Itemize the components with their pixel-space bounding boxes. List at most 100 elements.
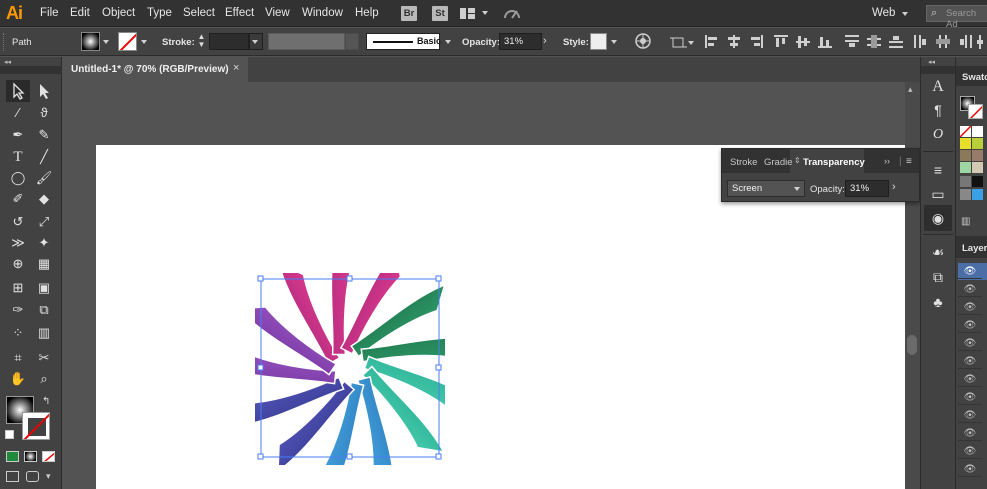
brush-definition-field[interactable]: Basic xyxy=(366,33,441,50)
align-top-icon[interactable] xyxy=(774,35,788,48)
swatch-none[interactable] xyxy=(960,126,971,137)
line-segment-tool-icon[interactable]: ╱ xyxy=(34,147,54,167)
chevron-down-icon[interactable] xyxy=(445,40,451,44)
transform-icon[interactable] xyxy=(670,34,687,49)
stock-button[interactable]: St xyxy=(432,6,448,21)
layer-visibility-eye-icon[interactable]: 👁 xyxy=(958,390,982,405)
swatch-khaki[interactable] xyxy=(960,150,971,161)
menu-file[interactable]: File xyxy=(40,7,59,19)
align-left-icon[interactable] xyxy=(705,35,719,48)
spiral-logo-artwork[interactable] xyxy=(255,273,445,465)
more-options-icon[interactable] xyxy=(977,35,985,49)
chevron-right-icon[interactable]: › xyxy=(892,181,896,193)
magic-wand-tool-icon[interactable]: ⁄ xyxy=(8,103,28,123)
character-panel-icon[interactable]: A xyxy=(928,77,948,97)
perspective-grid-tool-icon[interactable]: ▦ xyxy=(34,254,54,274)
vertical-scrollbar[interactable] xyxy=(905,82,920,489)
variable-width-profile[interactable] xyxy=(268,33,345,50)
distribute-top-icon[interactable] xyxy=(845,35,859,48)
layer-visibility-eye-icon[interactable]: 👁 xyxy=(958,354,982,369)
panel-menu-icon[interactable]: ≡ xyxy=(906,156,912,167)
opentype-panel-icon[interactable]: O xyxy=(928,125,948,145)
collapse-panel-icon[interactable]: ›› xyxy=(884,156,890,166)
swatch-white[interactable] xyxy=(972,126,983,137)
selection-tool-icon[interactable] xyxy=(8,81,28,101)
draw-normal-icon[interactable] xyxy=(6,471,19,482)
swatches-stroke-swatch[interactable] xyxy=(968,104,983,119)
brushes-panel-icon[interactable]: ☙ xyxy=(928,242,948,262)
layer-visibility-eye-icon[interactable]: 👁 xyxy=(958,300,982,315)
shape-builder-tool-icon[interactable]: ⊕ xyxy=(8,254,28,274)
menu-view[interactable]: View xyxy=(265,7,290,19)
gradient-tool-icon[interactable]: ▣ xyxy=(34,278,54,298)
default-fill-stroke-icon[interactable] xyxy=(5,430,14,439)
layer-visibility-eye-icon[interactable]: 👁 xyxy=(958,282,982,297)
variable-width-dropdown[interactable] xyxy=(345,33,359,50)
rotate-tool-icon[interactable]: ↺ xyxy=(8,212,28,232)
align-horizontal-center-icon[interactable] xyxy=(727,35,741,48)
grip-handle[interactable] xyxy=(3,33,6,51)
pen-tool-icon[interactable]: ✒ xyxy=(8,125,28,145)
align-right-icon[interactable] xyxy=(749,35,763,48)
chevron-right-icon[interactable]: › xyxy=(543,35,547,47)
eraser-tool-icon[interactable]: ◆ xyxy=(34,189,54,209)
scroll-up-icon[interactable]: ▴ xyxy=(908,84,913,95)
artboard-tool-icon[interactable]: ⌗ xyxy=(8,348,28,368)
swatch-blue[interactable] xyxy=(972,189,983,200)
opacity-input[interactable]: 31% xyxy=(499,33,542,50)
symbol-sprayer-tool-icon[interactable]: ⁘ xyxy=(8,323,28,343)
chevron-down-icon[interactable] xyxy=(688,41,694,45)
scale-tool-icon[interactable]: ⤢ xyxy=(34,212,54,232)
mesh-tool-icon[interactable]: ⊞ xyxy=(8,278,28,298)
swatch-folder-2[interactable] xyxy=(960,189,971,200)
swatch-yellow[interactable] xyxy=(960,138,971,149)
paragraph-panel-icon[interactable]: ¶ xyxy=(928,100,948,120)
align-vertical-center-icon[interactable] xyxy=(796,35,810,48)
chevron-down-icon[interactable] xyxy=(902,12,908,16)
align-bottom-icon[interactable] xyxy=(818,35,832,48)
swatches-panel-title[interactable]: Swatc xyxy=(962,72,987,83)
shaper-tool-icon[interactable]: ✐ xyxy=(8,189,28,209)
lasso-tool-icon[interactable]: ϑ xyxy=(34,103,54,123)
chevron-down-icon[interactable] xyxy=(103,40,109,44)
distribute-vertical-center-icon[interactable] xyxy=(867,35,881,48)
none-mode-button[interactable] xyxy=(42,451,55,462)
slice-tool-icon[interactable]: ✂ xyxy=(34,348,54,368)
width-tool-icon[interactable]: ≫ xyxy=(8,233,28,253)
fill-swatch[interactable] xyxy=(81,32,100,51)
puppet-warp-tool-icon[interactable]: ✦ xyxy=(34,233,54,253)
hand-tool-icon[interactable]: ✋ xyxy=(8,369,28,389)
menu-help[interactable]: Help xyxy=(355,7,379,19)
ellipse-tool-icon[interactable]: ◯ xyxy=(8,168,28,188)
swatch-pattern[interactable] xyxy=(960,162,971,173)
layer-visibility-eye-icon[interactable]: 👁 xyxy=(958,444,982,459)
workspace-switcher[interactable]: Web xyxy=(872,7,895,19)
distribute-left-icon[interactable] xyxy=(914,35,928,48)
stroke-panel-icon[interactable]: ≡ xyxy=(928,160,948,180)
collapse-panel-icon[interactable]: ◂◂ xyxy=(4,58,11,66)
blend-tool-icon[interactable]: ⧉ xyxy=(34,300,54,320)
collapse-dock-icon[interactable]: ◂◂ xyxy=(928,58,935,66)
distribute-bottom-icon[interactable] xyxy=(889,35,903,48)
gradient-panel-icon[interactable]: ▭ xyxy=(928,184,948,204)
swatch-beige[interactable] xyxy=(972,162,983,173)
eyedropper-tool-icon[interactable]: ✑ xyxy=(8,300,28,320)
stroke-color-swatch[interactable] xyxy=(22,412,50,440)
panel-opacity-input[interactable]: 31% xyxy=(845,180,889,197)
tab-transparency[interactable]: Transparency xyxy=(803,157,865,168)
chevron-down-icon[interactable] xyxy=(252,40,258,44)
column-graph-tool-icon[interactable]: ▥ xyxy=(34,323,54,343)
stroke-swatch[interactable] xyxy=(118,32,137,51)
club-symbol-icon[interactable]: ♣ xyxy=(928,292,948,312)
zoom-tool-icon[interactable]: ⌕ xyxy=(34,369,54,389)
menu-object[interactable]: Object xyxy=(102,7,135,19)
distribute-horizontal-center-icon[interactable] xyxy=(936,35,950,48)
blend-mode-select[interactable]: Screen xyxy=(727,180,805,197)
direct-selection-tool-icon[interactable] xyxy=(34,81,54,101)
curvature-tool-icon[interactable]: ✎ xyxy=(34,125,54,145)
swatch-tan[interactable] xyxy=(972,150,983,161)
menu-window[interactable]: Window xyxy=(302,7,343,19)
gpu-performance-icon[interactable] xyxy=(503,5,521,21)
graphic-style-swatch[interactable] xyxy=(590,33,607,50)
recolor-artwork-icon[interactable] xyxy=(635,33,651,49)
